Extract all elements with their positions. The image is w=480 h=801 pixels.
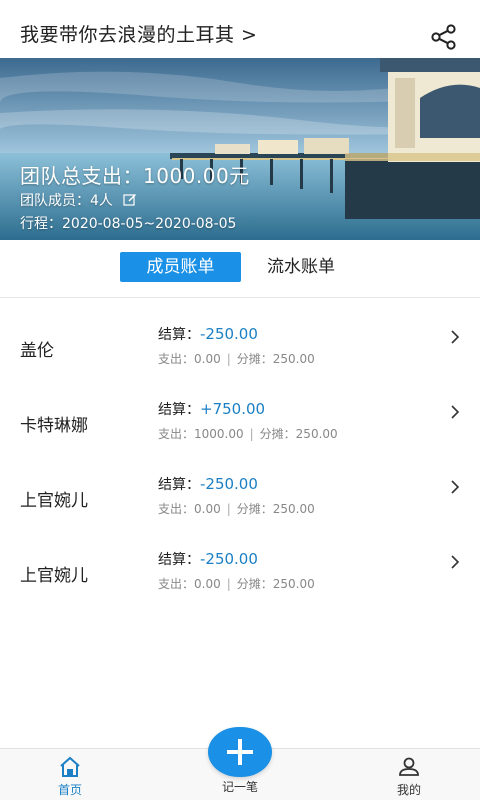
settle-line: 结算：-250.00	[158, 550, 258, 568]
home-icon	[60, 756, 80, 777]
settle-line: 结算：+750.00	[158, 400, 266, 418]
chevron-right-icon	[451, 405, 460, 419]
trip-dates: 行程：2020-08-05~2020-08-05	[20, 216, 237, 232]
detail-line: 支出：0.00 | 分摊：250.00	[158, 577, 315, 591]
chevron-right-icon	[451, 555, 460, 569]
chevron-right-icon	[451, 330, 460, 344]
tab-member-bill[interactable]: 成员账单	[120, 252, 241, 282]
member-row[interactable]: 上官婉儿 结算：-250.00 支出：0.00 | 分摊：250.00	[0, 541, 480, 616]
tab-flow-bill[interactable]: 流水账单	[248, 252, 354, 282]
team-total-expense: 团队总支出：1000.00元	[20, 164, 250, 188]
add-record-button[interactable]	[208, 727, 272, 777]
member-name: 上官婉儿	[20, 491, 88, 511]
settle-value: -250.00	[200, 550, 258, 568]
trip-title[interactable]: 我要带你去浪漫的土耳其 >	[20, 20, 257, 47]
bill-tabs: 成员账单 流水账单	[0, 252, 480, 284]
member-row[interactable]: 盖伦 结算：-250.00 支出：0.00 | 分摊：250.00	[0, 316, 480, 391]
nav-mine-label: 我的	[396, 783, 421, 797]
settle-value: +750.00	[200, 400, 266, 418]
chevron-right-icon	[451, 480, 460, 494]
settle-value: -250.00	[200, 475, 258, 493]
edit-icon[interactable]	[123, 193, 137, 207]
plus-icon	[227, 739, 253, 765]
nav-home-label: 首页	[57, 783, 82, 797]
nav-home[interactable]: 首页	[40, 749, 100, 801]
top-header: 我要带你去浪漫的土耳其 >	[0, 0, 480, 58]
settle-line: 结算：-250.00	[158, 475, 258, 493]
total-value: 1000.00元	[143, 164, 250, 188]
member-name: 卡特琳娜	[20, 416, 88, 436]
team-members: 团队成员：4人	[20, 190, 137, 210]
divider	[0, 297, 480, 298]
settle-value: -250.00	[200, 325, 258, 343]
member-row[interactable]: 卡特琳娜 结算：+750.00 支出：1000.00 | 分摊：250.00	[0, 391, 480, 466]
nav-mine[interactable]: 我的	[379, 749, 439, 801]
member-name: 上官婉儿	[20, 566, 88, 586]
team-banner: 团队总支出：1000.00元 团队成员：4人 行程：2020-08-05~202…	[0, 58, 480, 240]
member-name: 盖伦	[20, 341, 54, 361]
share-icon[interactable]	[430, 24, 458, 50]
add-record-label[interactable]: 记一笔	[210, 778, 270, 795]
profile-icon	[399, 757, 419, 776]
detail-line: 支出：0.00 | 分摊：250.00	[158, 502, 315, 516]
member-row[interactable]: 上官婉儿 结算：-250.00 支出：0.00 | 分摊：250.00	[0, 466, 480, 541]
detail-line: 支出：0.00 | 分摊：250.00	[158, 352, 315, 366]
settle-line: 结算：-250.00	[158, 325, 258, 343]
members-count: 团队成员：4人	[20, 193, 113, 209]
detail-line: 支出：1000.00 | 分摊：250.00	[158, 427, 338, 441]
